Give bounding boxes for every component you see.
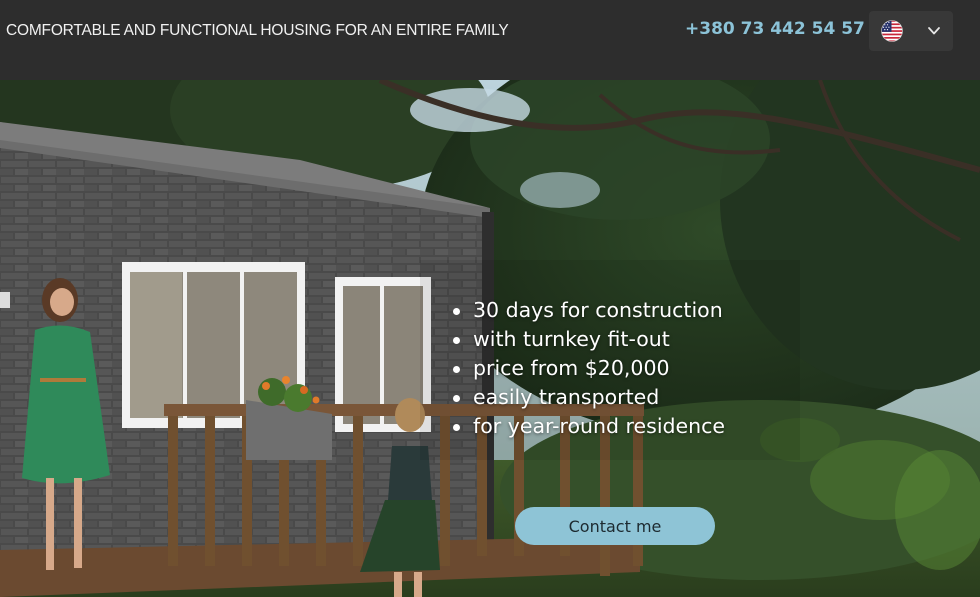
feature-item: 30 days for construction: [450, 296, 725, 325]
chevron-down-icon: [928, 27, 940, 35]
feature-item: with turnkey fit-out: [450, 325, 725, 354]
language-selector[interactable]: [869, 11, 953, 51]
feature-list: 30 days for construction with turnkey fi…: [450, 296, 725, 441]
contact-me-button[interactable]: Contact me: [515, 507, 715, 545]
us-flag-icon: [881, 20, 903, 42]
feature-item: for year-round residence: [450, 412, 725, 441]
site-tagline: COMFORTABLE AND FUNCTIONAL HOUSING FOR A…: [6, 22, 509, 39]
top-bar: COMFORTABLE AND FUNCTIONAL HOUSING FOR A…: [0, 0, 980, 80]
feature-item: easily transported: [450, 383, 725, 412]
feature-item: price from $20,000: [450, 354, 725, 383]
hero-section: 30 days for construction with turnkey fi…: [0, 80, 980, 597]
phone-link[interactable]: +380 73 442 54 57: [685, 19, 865, 39]
